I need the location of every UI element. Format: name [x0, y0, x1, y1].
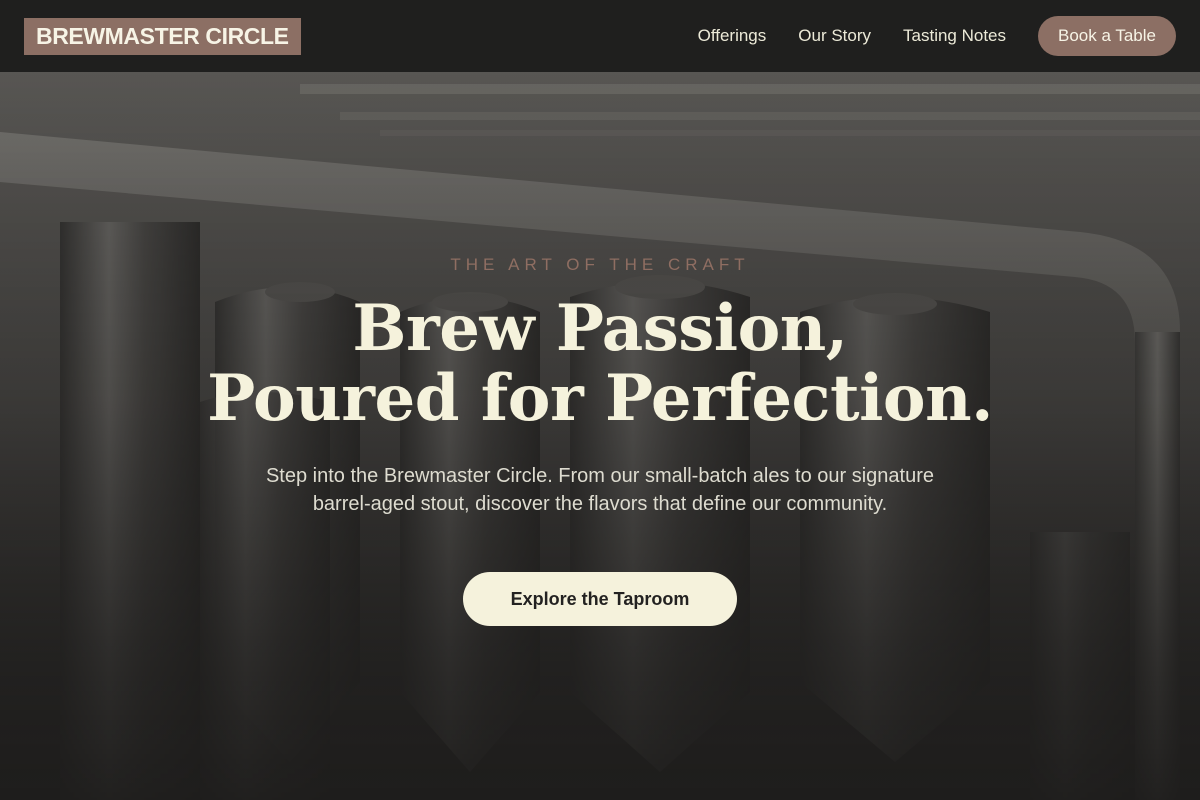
nav-link-offerings[interactable]: Offerings — [698, 26, 767, 46]
hero-headline: Brew Passion, Poured for Perfection. — [0, 294, 1200, 434]
hero-eyebrow: THE ART OF THE CRAFT — [450, 255, 750, 274]
book-table-button[interactable]: Book a Table — [1038, 16, 1176, 56]
hero-description: Step into the Brewmaster Circle. From ou… — [265, 465, 935, 515]
brand-logo[interactable]: BREWMASTER CIRCLE — [24, 17, 301, 55]
main-nav: Offerings Our Story Tasting Notes Book a… — [698, 16, 1176, 56]
explore-taproom-button[interactable]: Explore the Taproom — [463, 572, 737, 626]
headline-line-1: Brew Passion, — [352, 291, 848, 366]
site-header: BREWMASTER CIRCLE Offerings Our Story Ta… — [0, 0, 1200, 72]
headline-line-2: Poured for Perfection. — [207, 361, 993, 436]
hero-content: THE ART OF THE CRAFT Brew Passion, Poure… — [0, 72, 1200, 800]
nav-link-tasting-notes[interactable]: Tasting Notes — [903, 26, 1006, 46]
nav-link-our-story[interactable]: Our Story — [798, 26, 871, 46]
